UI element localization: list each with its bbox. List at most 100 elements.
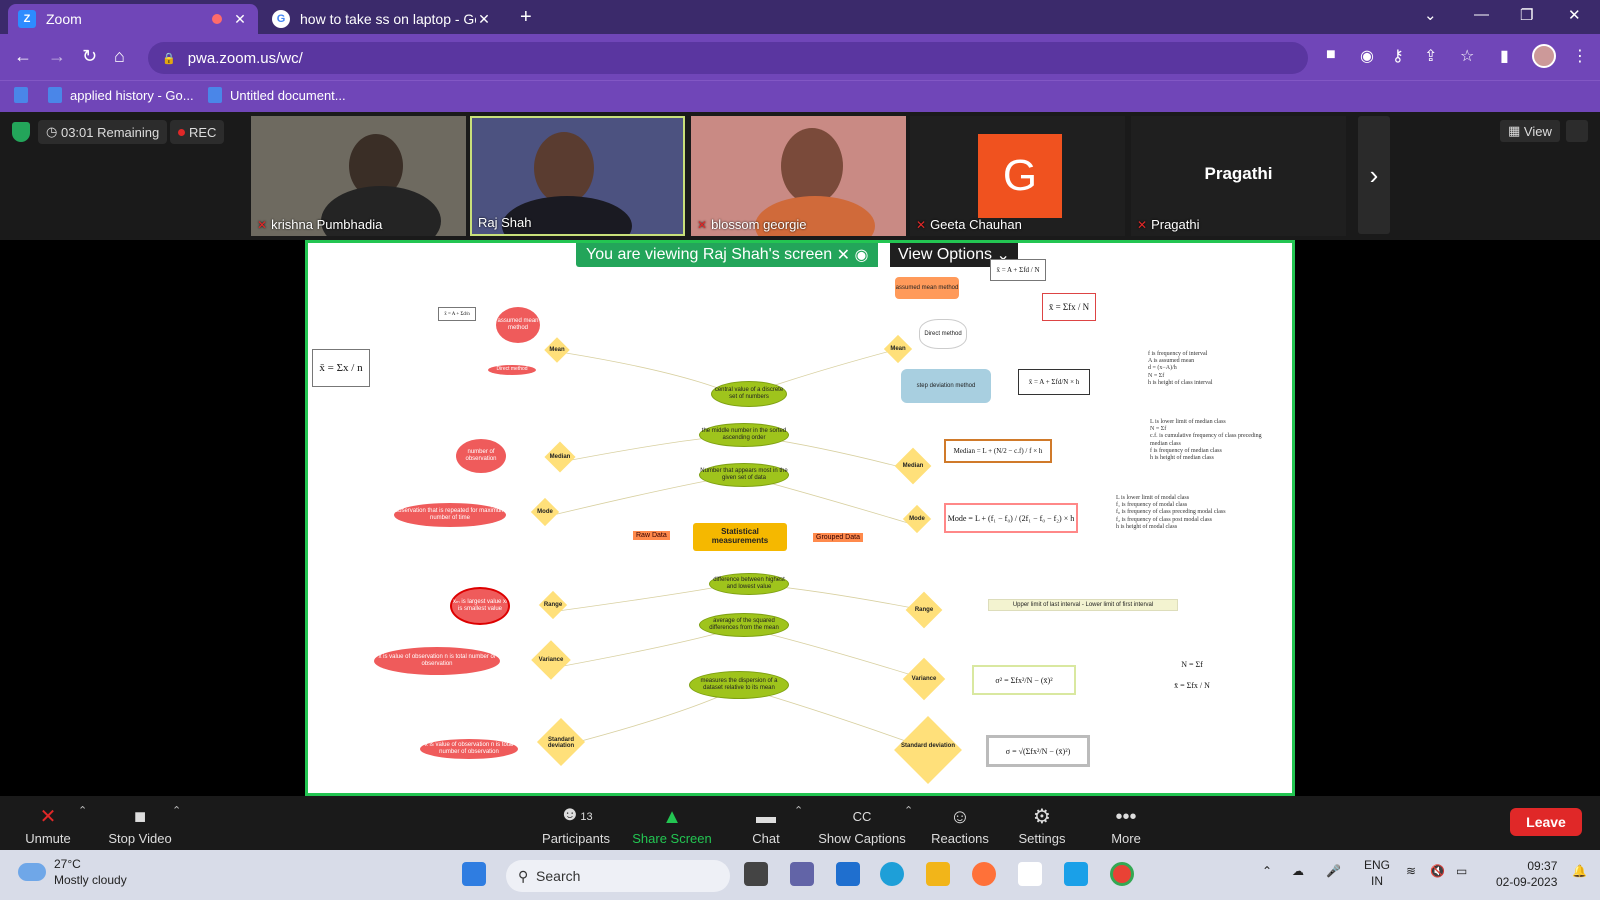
network-cloud-icon[interactable]: ☁ <box>1292 864 1304 878</box>
audio-options-chevron-icon[interactable]: ⌃ <box>78 804 87 817</box>
teams-chat-icon[interactable] <box>790 862 814 886</box>
encryption-shield-icon[interactable] <box>12 122 30 142</box>
next-participants-arrow-icon[interactable]: › <box>1358 116 1390 234</box>
menu-kebab-icon[interactable]: ⋮ <box>1572 46 1588 66</box>
participant-tile[interactable]: G ✕ Geeta Chauhan <box>910 116 1125 236</box>
muted-mic-icon: ✕ <box>697 217 708 232</box>
chat-options-chevron-icon[interactable]: ⌃ <box>794 804 803 817</box>
notification-bell-icon[interactable]: 🔔 <box>1572 864 1587 878</box>
mindmap-node-label: Mode <box>909 516 925 522</box>
participant-tile[interactable]: ✕ blossom georgie <box>691 116 906 236</box>
windows-start-icon[interactable] <box>462 862 486 886</box>
settings-button[interactable]: ⚙ Settings <box>994 800 1090 848</box>
more-button[interactable]: ••• More <box>1078 800 1174 848</box>
meeting-timer: ◷ 03:01 Remaining <box>38 120 168 144</box>
mindmap-node-label: Mode <box>537 509 553 515</box>
bookmark-untitled-document[interactable]: Untitled document... <box>208 87 346 103</box>
back-icon[interactable]: ← <box>14 46 32 67</box>
docs-icon <box>48 87 62 103</box>
camera-icon[interactable]: ■ <box>1326 46 1336 64</box>
mindmap-node: step deviation method <box>901 369 991 403</box>
recording-badge[interactable]: REC <box>170 120 225 144</box>
system-clock[interactable]: 09:37 02-09-2023 <box>1496 858 1557 890</box>
mindmap-node-label: Variance <box>538 657 564 663</box>
video-camera-icon: ■ <box>133 806 147 828</box>
file-explorer-icon[interactable] <box>926 862 950 886</box>
formula-box: x̄ = Σx / n <box>312 349 370 387</box>
participant-tile[interactable]: Pragathi ✕ Pragathi <box>1131 116 1346 236</box>
participant-tile-active-speaker[interactable]: Raj Shah <box>470 116 685 236</box>
minimize-icon[interactable]: — <box>1474 6 1489 23</box>
volume-muted-icon[interactable]: 🔇 <box>1430 864 1445 878</box>
weather-widget[interactable]: 27°C Mostly cloudy <box>18 856 127 888</box>
show-captions-button[interactable]: CC Show Captions <box>814 800 910 848</box>
gear-icon: ⚙ <box>1033 806 1051 828</box>
restore-icon[interactable]: ❐ <box>1520 6 1533 24</box>
shared-screen[interactable]: You are viewing Raj Shah's screen ✕ ◉ Vi… <box>305 240 1295 796</box>
popout-icon[interactable] <box>1566 120 1588 142</box>
share-icon[interactable]: ⇪ <box>1424 46 1437 66</box>
new-tab-icon[interactable]: + <box>520 6 532 29</box>
taskbar-search[interactable]: ⚲ Search <box>506 860 730 892</box>
video-options-chevron-icon[interactable]: ⌃ <box>172 804 181 817</box>
mindmap-node: average of the squared differences from … <box>699 613 789 637</box>
leave-meeting-button[interactable]: Leave <box>1510 808 1582 836</box>
view-layout-button[interactable]: ▦ View <box>1500 120 1560 142</box>
mindmap-node-label: Standard deviation <box>900 743 955 749</box>
weather-desc: Mostly cloudy <box>54 873 127 888</box>
formula-notes: L is lower limit of modal class f₁ is fr… <box>1116 495 1226 530</box>
participants-button[interactable]: ☻13 Participants <box>528 800 624 848</box>
close-tab-icon[interactable]: ✕ <box>476 11 492 28</box>
mail-icon[interactable] <box>836 862 860 886</box>
task-view-icon[interactable] <box>744 862 768 886</box>
participant-tile[interactable]: ✕ krishna Pumbhadia <box>251 116 466 236</box>
share-screen-button[interactable]: ▲ Share Screen <box>624 800 720 848</box>
bookmark-applied-history[interactable]: applied history - Go... <box>48 87 194 103</box>
monitor-app-icon[interactable] <box>1064 862 1088 886</box>
close-tab-icon[interactable]: ✕ <box>232 11 248 28</box>
muted-mic-icon: ✕ <box>257 217 268 232</box>
participant-name: ✕ blossom georgie <box>697 217 807 232</box>
address-bar[interactable]: 🔒 pwa.zoom.us/wc/ <box>148 42 1308 74</box>
mindmap-node: assumed mean method <box>895 277 959 299</box>
formula-box: Mode = L + (f₁ − f₀) / (2f₁ − f₀ − f₂) ×… <box>944 503 1078 533</box>
wifi-icon[interactable]: ≋ <box>1406 864 1416 878</box>
viewing-screen-banner: You are viewing Raj Shah's screen ✕ ◉ <box>576 243 879 267</box>
bookmark-star-icon[interactable]: ☆ <box>1460 46 1474 66</box>
tab-search-chevron-icon[interactable]: ⌄ <box>1424 6 1437 24</box>
muted-mic-icon: ✕ <box>39 806 57 828</box>
video-person <box>781 128 843 204</box>
firefox-icon[interactable] <box>972 862 996 886</box>
side-panel-icon[interactable]: ▮ <box>1500 46 1509 66</box>
home-icon[interactable]: ⌂ <box>114 46 125 67</box>
language-indicator[interactable]: ENG IN <box>1364 858 1390 889</box>
participant-name: Raj Shah <box>478 215 532 230</box>
chrome-icon[interactable] <box>1110 862 1134 886</box>
url-text: pwa.zoom.us/wc/ <box>187 49 303 67</box>
participant-initial-avatar: G <box>978 134 1062 218</box>
mindmap-node: xₘ is largest value xₗ is smallest value <box>450 587 510 625</box>
key-icon[interactable]: ⚷ <box>1392 46 1404 66</box>
participants-icon: ☻ <box>559 803 581 825</box>
amazon-icon[interactable] <box>1018 862 1042 886</box>
microphone-tray-icon[interactable]: 🎤 <box>1326 864 1341 878</box>
browser-tab-strip: Z Zoom ✕ G how to take ss on laptop - Go… <box>0 0 1600 34</box>
forward-icon[interactable]: → <box>48 46 66 67</box>
windows-taskbar: 27°C Mostly cloudy ⚲ Search ⌃ ☁ 🎤 ENG IN … <box>0 850 1600 900</box>
docs-icon <box>208 87 222 103</box>
close-window-icon[interactable]: ✕ <box>1568 6 1581 24</box>
formula-notes: f is frequency of interval A is assumed … <box>1148 351 1213 386</box>
mindmap-node: the middle number in the sorted ascendin… <box>699 423 789 447</box>
mindmap-node: Direct method <box>488 365 536 375</box>
tab-zoom[interactable]: Z Zoom ✕ <box>8 4 258 34</box>
profile-avatar[interactable] <box>1532 44 1556 68</box>
reload-icon[interactable]: ↻ <box>82 46 97 67</box>
mindmap-node-label: Median <box>902 463 924 469</box>
tray-overflow-chevron-icon[interactable]: ⌃ <box>1262 864 1272 878</box>
battery-icon[interactable]: ▭ <box>1456 864 1467 878</box>
apps-icon[interactable] <box>14 87 36 103</box>
tab-google-search[interactable]: G how to take ss on laptop - Googl ✕ <box>262 4 502 34</box>
google-lens-icon[interactable]: ◉ <box>1360 46 1374 66</box>
edge-icon[interactable] <box>880 862 904 886</box>
weather-temp: 27°C <box>54 857 81 871</box>
